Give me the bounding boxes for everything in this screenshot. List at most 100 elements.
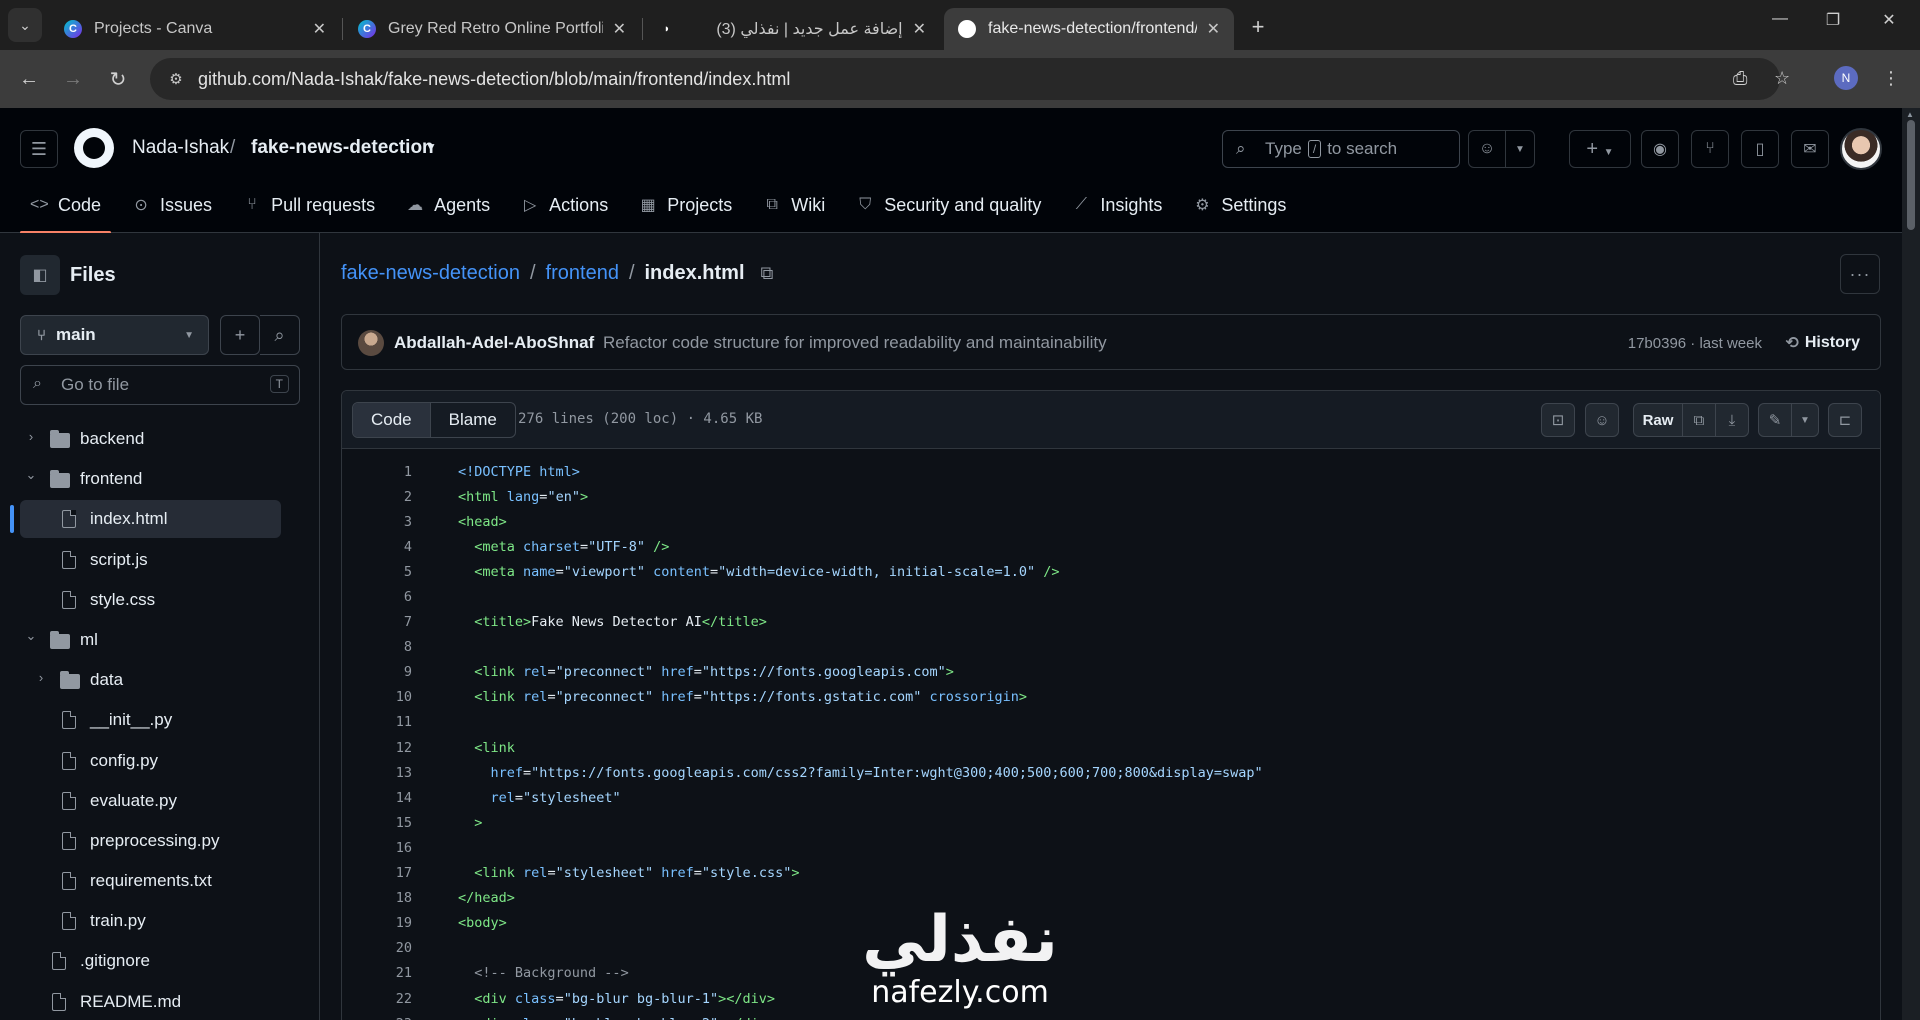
line-number[interactable]: 12 [342, 740, 412, 756]
tab-pull-requests[interactable]: ⑂ Pull requests [233, 184, 385, 226]
chevron-right-icon[interactable]: › [34, 670, 48, 685]
tab-actions[interactable]: ▷ Actions [511, 184, 618, 226]
line-number[interactable]: 4 [342, 539, 412, 555]
kebab-menu-icon[interactable]: ⋮ [1882, 68, 1900, 89]
tab-code[interactable]: <> Code [20, 184, 112, 234]
copilot-ask-button[interactable]: ☺ [1585, 403, 1619, 437]
line-number[interactable]: 9 [342, 664, 412, 680]
pull-requests-button[interactable]: ⑂ [1691, 130, 1729, 168]
breadcrumb-folder-link[interactable]: frontend [546, 262, 619, 285]
chevron-right-icon[interactable]: › [24, 429, 38, 444]
browser-tab-active[interactable]: ● fake-news-detection/frontend/i ✕ [944, 8, 1234, 50]
line-number[interactable]: 20 [342, 940, 412, 956]
browser-tab-3[interactable]: ◗ (3) إضافة عمل جديد | نفذلي ✕ [644, 8, 940, 50]
tab-insights[interactable]: ⟋ Insights [1062, 184, 1172, 226]
download-button[interactable]: ⤓ [1715, 403, 1749, 437]
line-number[interactable]: 7 [342, 614, 412, 630]
tree-folder[interactable]: › data [0, 660, 320, 700]
repositories-button[interactable]: ▯ [1741, 130, 1779, 168]
repo-owner-link[interactable]: Nada-Ishak [132, 137, 229, 159]
tab-issues[interactable]: ⊙ Issues [122, 184, 222, 226]
tree-file[interactable]: __init__.py [0, 700, 320, 740]
tab-settings[interactable]: ⚙ Settings [1183, 184, 1296, 226]
tab-projects[interactable]: ▦ Projects [629, 184, 742, 226]
line-number[interactable]: 14 [342, 790, 412, 806]
user-avatar[interactable] [1840, 128, 1882, 170]
tree-folder[interactable]: › backend [0, 419, 320, 459]
branch-selector[interactable]: ⑂ main ▼ [20, 315, 209, 355]
close-window-button[interactable]: ✕ [1874, 10, 1904, 30]
commit-hash-time[interactable]: 17b0396 · last week [1628, 335, 1762, 352]
tree-file[interactable]: .gitignore [0, 941, 320, 981]
reload-button[interactable]: ↻ [103, 64, 133, 94]
copy-raw-button[interactable]: ⧉ [1682, 403, 1716, 437]
line-number[interactable]: 3 [342, 514, 412, 530]
commit-author-avatar[interactable] [358, 330, 384, 356]
code-view-button[interactable]: Code [353, 403, 431, 437]
close-icon[interactable]: ✕ [913, 19, 926, 39]
browser-tab-2[interactable]: C Grey Red Retro Online Portfolio ✕ [344, 8, 640, 50]
tree-file[interactable]: style.css [0, 580, 320, 620]
browser-profile-avatar[interactable]: N [1834, 66, 1858, 90]
tab-agents[interactable]: ☁ Agents [396, 184, 500, 226]
browser-tab-1[interactable]: C Projects - Canva ✕ [50, 8, 340, 50]
global-nav-menu-button[interactable]: ☰ [20, 130, 58, 168]
copilot-menu-button[interactable]: ▼ [1505, 130, 1535, 168]
tree-file[interactable]: index.html [0, 499, 320, 539]
more-options-button[interactable]: ··· [1840, 254, 1880, 294]
tree-file[interactable]: script.js [0, 540, 320, 580]
copy-path-icon[interactable]: ⧉ [761, 263, 774, 284]
blame-view-button[interactable]: Blame [431, 403, 515, 437]
global-search-input[interactable]: ⌕ Type / to search [1222, 130, 1460, 168]
chevron-down-icon[interactable]: ⌄ [24, 628, 38, 644]
close-icon[interactable]: ✕ [613, 19, 626, 39]
tab-wiki[interactable]: ⧉ Wiki [753, 184, 835, 226]
line-number[interactable]: 5 [342, 564, 412, 580]
line-number[interactable]: 15 [342, 815, 412, 831]
tree-file[interactable]: preprocessing.py [0, 821, 320, 861]
create-new-button[interactable]: + ▼ [1569, 130, 1631, 168]
line-number[interactable]: 10 [342, 689, 412, 705]
tab-search-button[interactable]: ⌄ [8, 8, 42, 42]
tree-file[interactable]: requirements.txt [0, 861, 320, 901]
copilot-button[interactable]: ☺ [1468, 130, 1506, 168]
go-to-file-input[interactable]: ⌕ Go to file T [20, 365, 300, 405]
line-number[interactable]: 23 [342, 1016, 412, 1020]
line-number[interactable]: 2 [342, 489, 412, 505]
repo-name-link[interactable]: fake-news-detection [251, 137, 434, 159]
close-icon[interactable]: ✕ [1207, 19, 1220, 39]
close-icon[interactable]: ✕ [313, 19, 326, 39]
search-files-button[interactable]: ⌕ [260, 315, 300, 355]
bookmark-star-icon[interactable]: ☆ [1774, 68, 1790, 89]
scroll-up-icon[interactable]: ▲ [1906, 110, 1914, 119]
tree-folder[interactable]: ⌄ frontend [0, 459, 320, 499]
open-symbols-button[interactable]: ⊡ [1541, 403, 1575, 437]
commit-message-link[interactable]: Refactor code structure for improved rea… [603, 333, 1107, 353]
collapse-sidebar-button[interactable]: ◧ [20, 255, 60, 295]
new-tab-button[interactable]: + [1243, 12, 1273, 42]
github-logo-icon[interactable] [74, 128, 114, 168]
line-number[interactable]: 13 [342, 765, 412, 781]
tree-file[interactable]: README.md [0, 982, 320, 1020]
raw-button[interactable]: Raw [1633, 403, 1683, 437]
symbols-panel-button[interactable]: ⊏ [1828, 403, 1862, 437]
tree-file[interactable]: train.py [0, 901, 320, 941]
history-button[interactable]: ⟲ History [1785, 333, 1860, 353]
issues-button[interactable]: ◉ [1641, 130, 1679, 168]
edit-file-button[interactable]: ✎ [1758, 403, 1792, 437]
tree-folder[interactable]: ⌄ ml [0, 620, 320, 660]
back-button[interactable]: ← [14, 64, 44, 94]
tree-file[interactable]: evaluate.py [0, 781, 320, 821]
restore-button[interactable]: ❐ [1818, 10, 1848, 30]
site-info-icon[interactable]: ⚙ [166, 69, 186, 89]
add-file-button[interactable]: + [220, 315, 260, 355]
line-number[interactable]: 21 [342, 965, 412, 981]
line-number[interactable]: 17 [342, 865, 412, 881]
chevron-down-icon[interactable]: ⌄ [24, 467, 38, 483]
scrollbar-thumb[interactable] [1907, 120, 1915, 230]
tree-file[interactable]: config.py [0, 741, 320, 781]
commit-author-link[interactable]: Abdallah-Adel-AboShnaf [394, 333, 594, 353]
line-number[interactable]: 19 [342, 915, 412, 931]
forward-button[interactable]: → [58, 64, 88, 94]
line-number[interactable]: 1 [342, 464, 412, 480]
